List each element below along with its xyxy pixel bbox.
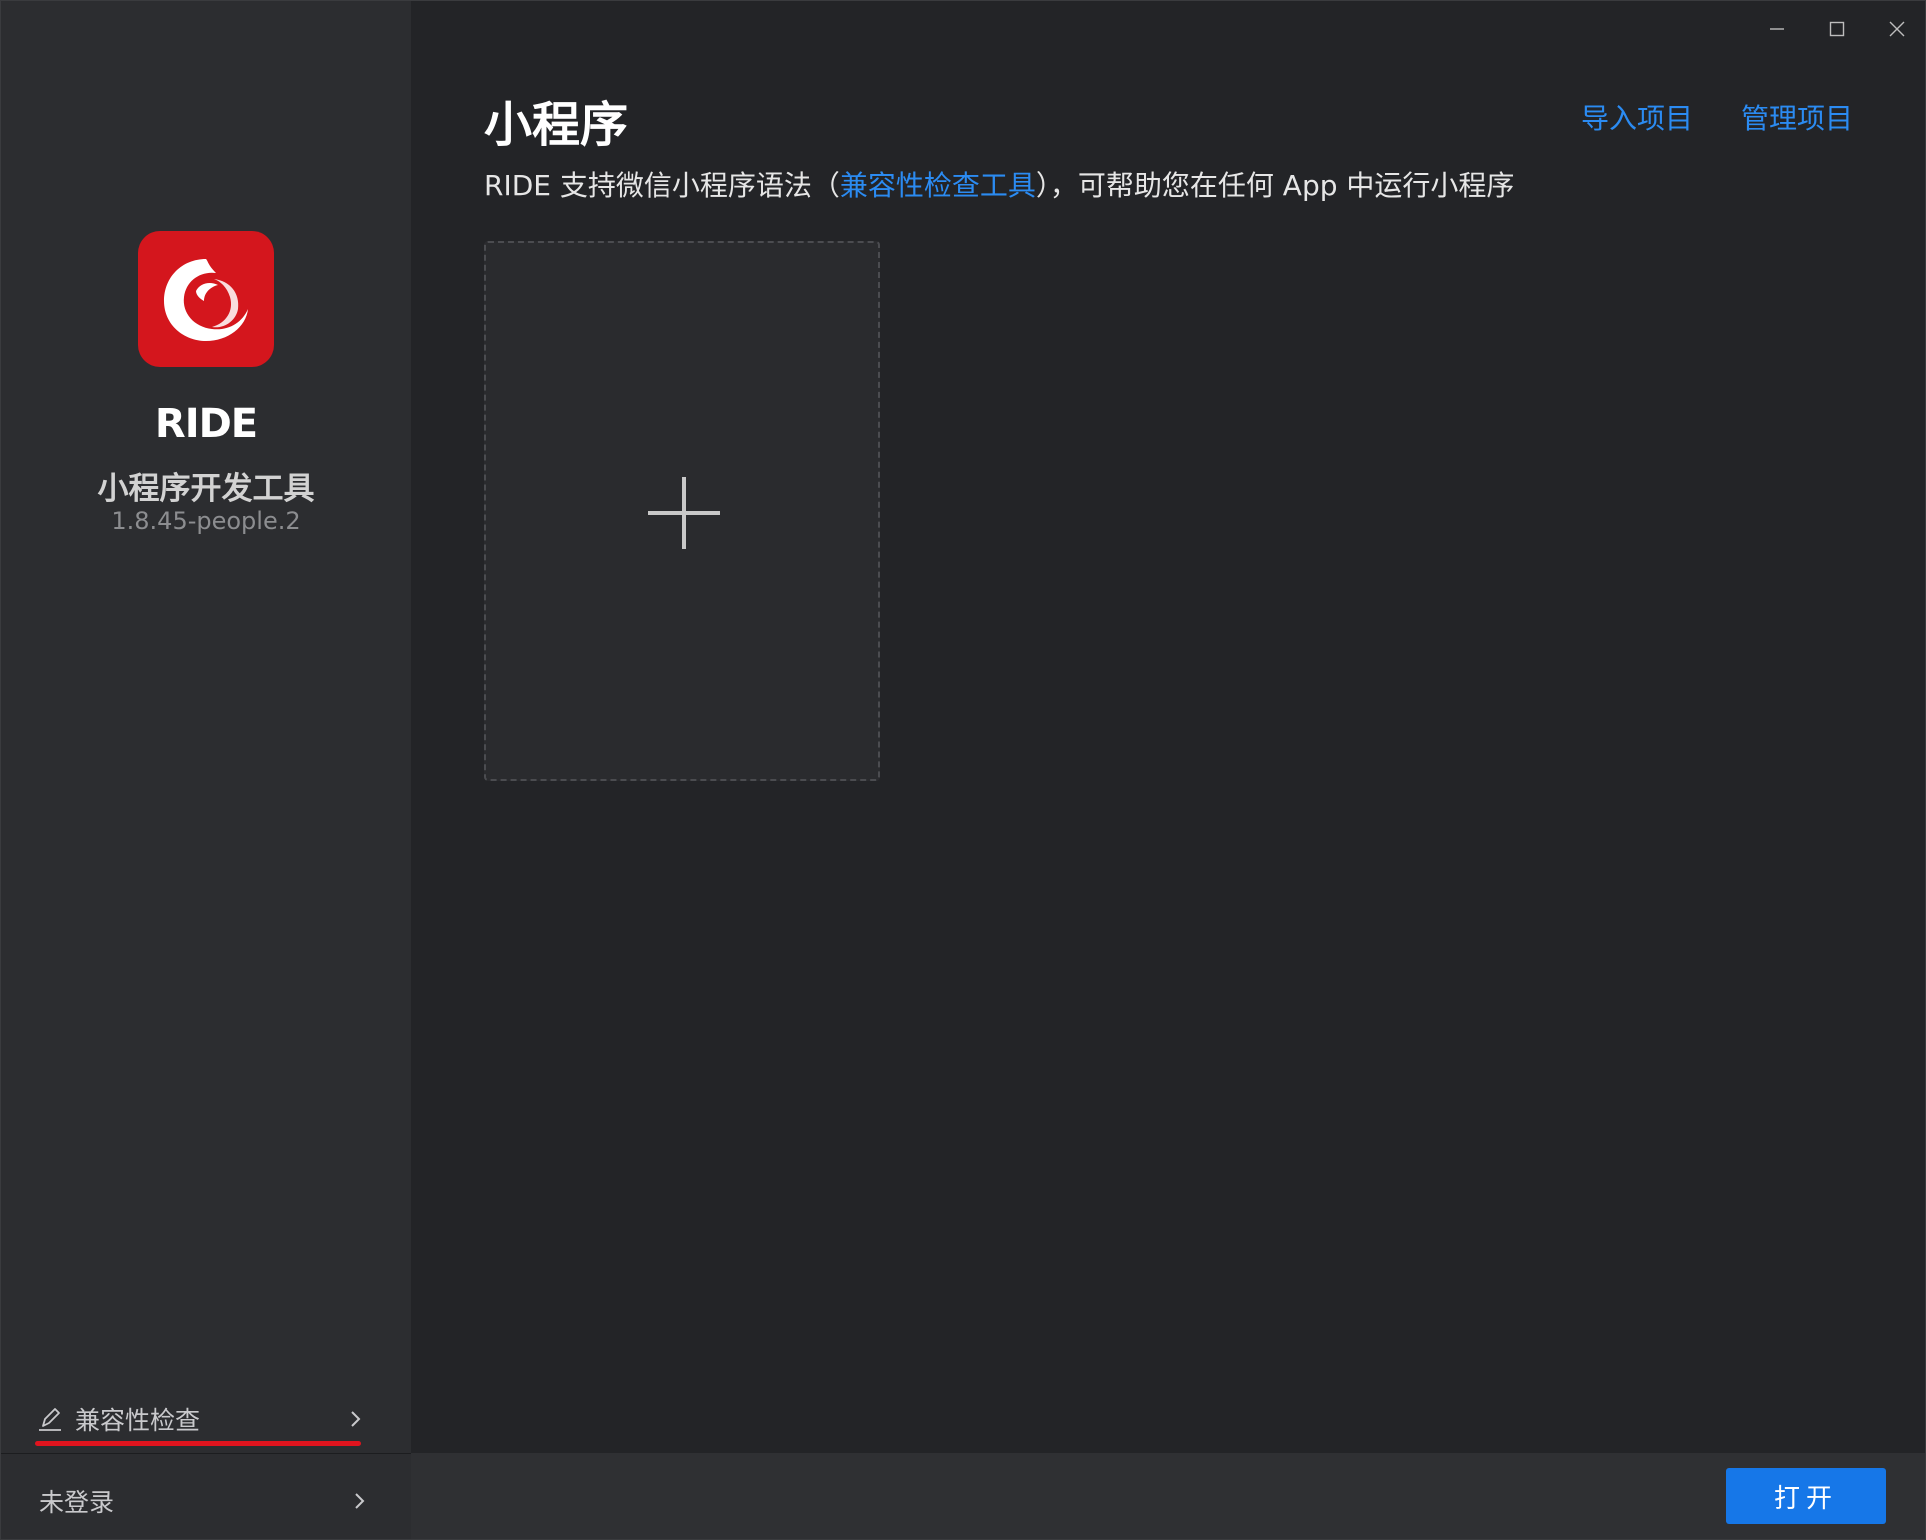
footer-bar: 打开 — [411, 1453, 1925, 1539]
chevron-right-icon — [355, 1493, 365, 1509]
add-project-card[interactable] — [484, 241, 880, 781]
login-link[interactable]: 未登录 — [39, 1473, 369, 1529]
sidebar-divider — [1, 1453, 411, 1454]
app-subtitle: 小程序开发工具 — [97, 471, 315, 507]
ride-logo-icon — [138, 231, 274, 367]
manage-project-link[interactable]: 管理项目 — [1741, 97, 1853, 137]
import-project-link[interactable]: 导入项目 — [1581, 97, 1693, 137]
app-name: RIDE — [154, 401, 258, 447]
main-panel: 小程序 导入项目 管理项目 RIDE 支持微信小程序语法（兼容性检查工具），可帮… — [411, 1, 1925, 1539]
chevron-right-icon — [351, 1411, 361, 1427]
maximize-icon — [1829, 21, 1845, 37]
open-button[interactable]: 打开 — [1726, 1468, 1886, 1524]
sidebar: RIDE 小程序开发工具 1.8.45-people.2 兼容性检查 未登录 — [1, 1, 411, 1539]
minimize-icon — [1770, 28, 1784, 30]
compat-check-label: 兼容性检查 — [75, 1406, 201, 1435]
login-label: 未登录 — [39, 1488, 115, 1517]
page-title: 小程序 — [484, 97, 629, 153]
compat-check-link[interactable]: 兼容性检查 — [35, 1391, 365, 1447]
description-suffix: ），可帮助您在任何 App 中运行小程序 — [1035, 169, 1515, 202]
window-controls — [1747, 1, 1925, 61]
app-window: RIDE 小程序开发工具 1.8.45-people.2 兼容性检查 未登录 小… — [0, 0, 1926, 1540]
description-prefix: RIDE 支持微信小程序语法（ — [484, 169, 840, 202]
pen-icon — [39, 1408, 61, 1431]
page-description: RIDE 支持微信小程序语法（兼容性检查工具），可帮助您在任何 App 中运行小… — [484, 164, 1514, 204]
plus-icon — [648, 477, 720, 549]
maximize-button[interactable] — [1807, 1, 1867, 57]
close-button[interactable] — [1867, 1, 1925, 57]
compat-tool-link[interactable]: 兼容性检查工具 — [840, 169, 1036, 202]
compat-underline — [35, 1441, 361, 1446]
minimize-button[interactable] — [1747, 1, 1807, 57]
close-icon — [1889, 21, 1905, 37]
app-version: 1.8.45-people.2 — [111, 507, 301, 535]
